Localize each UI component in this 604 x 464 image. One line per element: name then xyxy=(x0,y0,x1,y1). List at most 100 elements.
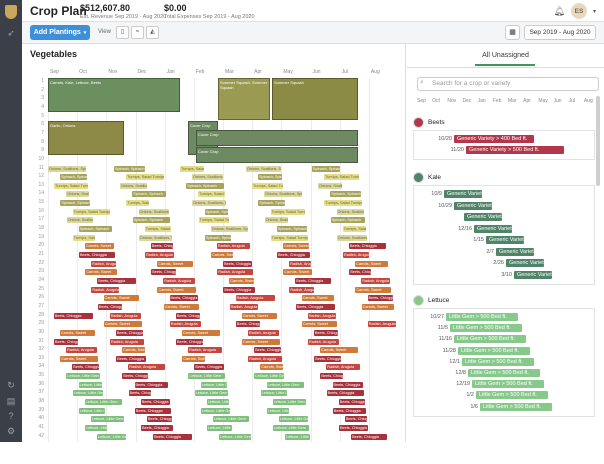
planting-block[interactable]: Summer Squash xyxy=(272,78,358,121)
planting-bar[interactable]: Carrots, Sweet xyxy=(229,277,255,284)
unassigned-planting-bar[interactable]: Little Gem > 500 Bed ft. xyxy=(476,391,548,400)
unassigned-planting-bar[interactable]: Generic Variety > 400 Bed ft. xyxy=(454,135,534,143)
planting-bar[interactable]: Spinach, Spinach xyxy=(132,217,170,224)
planting-bar[interactable]: Lettuce, Little Gem xyxy=(206,399,229,406)
planting-bar[interactable]: Spinach, Spinach xyxy=(60,174,88,181)
planting-bar[interactable]: Lettuce, Little Gem xyxy=(84,399,122,406)
planting-bar[interactable]: Lettuce, Little Gem xyxy=(273,425,309,431)
planting-bar[interactable]: Beets, Chioggia xyxy=(344,416,367,423)
planting-bar[interactable]: Turnips, Salad Turnips xyxy=(198,217,229,224)
planting-bar[interactable]: Beets, Chioggia xyxy=(54,338,78,345)
planting-bar[interactable]: Carrots, Sweet xyxy=(242,338,280,345)
planting-bar[interactable]: Turnips, Salad Turnips xyxy=(126,174,165,181)
planting-bar[interactable]: Radish, Arugula xyxy=(66,347,98,354)
planting-bar[interactable]: Beets, Chioggia xyxy=(146,416,172,423)
planting-bar[interactable]: Onions, Scallions, Spinach xyxy=(264,191,303,198)
unassigned-planting-bar[interactable]: Little Gem > 500 Bed ft. xyxy=(454,335,526,344)
planting-bar[interactable]: Beets, Chioggia xyxy=(79,252,115,258)
planting-bar[interactable]: Carrots, Sweet xyxy=(157,260,194,267)
planting-bar[interactable]: Beets, Chioggia xyxy=(367,295,393,302)
planting-bar[interactable]: Onions, Scallions, Spinach xyxy=(264,217,288,224)
planting-bar[interactable]: Beets, Chioggia xyxy=(176,338,203,345)
planting-bar[interactable]: Beets, Chioggia xyxy=(332,381,363,388)
planting-bar[interactable]: Beets, Chioggia xyxy=(72,364,100,371)
planting-bar[interactable]: Radish, Arugula xyxy=(91,260,117,267)
bell-icon[interactable]: 🔔︎ xyxy=(554,6,565,17)
unassigned-planting-bar[interactable]: Little Gem > 500 Bed ft. xyxy=(450,324,522,333)
planting-bar[interactable]: Lettuce, Little Gem xyxy=(194,390,228,397)
planting-bar[interactable]: Lettuce, Little Gem xyxy=(266,381,304,388)
planting-bar[interactable]: Beets, Chioggia xyxy=(326,390,364,397)
planting-bar[interactable]: Radish, Arugula xyxy=(289,260,312,267)
planting-bar[interactable]: Carrots, Sweet xyxy=(260,364,284,371)
planting-bar[interactable]: Radish, Arugula xyxy=(326,364,361,371)
planting-bar[interactable]: Radish, Arugula xyxy=(307,312,336,319)
planting-bar[interactable]: Radish, Arugula xyxy=(247,329,279,336)
planting-bar[interactable]: Lettuce, Little Gem xyxy=(200,407,230,414)
planting-bar[interactable]: Carrots, Sweet xyxy=(361,303,394,310)
planting-bar[interactable]: Lettuce, Little Gem xyxy=(278,416,308,423)
planting-bar[interactable]: Onions, Scallions, Spinach xyxy=(48,165,86,172)
planting-bar[interactable]: Beets, Chioggia xyxy=(223,286,256,293)
planting-bar[interactable]: Turnips, Salad Turnips xyxy=(270,234,308,241)
planting-bar[interactable]: Carrots, Sweet xyxy=(320,347,359,354)
planting-bar[interactable]: Beets, Chioggia xyxy=(338,399,365,406)
planting-bar[interactable]: Onions, Scallions, Spinach xyxy=(192,200,227,207)
unassigned-planting-bar[interactable]: Little Gem > 500 Bed ft. xyxy=(458,346,530,355)
unassigned-planting-bar[interactable]: Generic Variety xyxy=(454,201,492,210)
planting-bar[interactable]: Lettuce, Little Gem xyxy=(188,373,226,380)
unassigned-planting-bar[interactable]: Generic Variety xyxy=(506,259,544,267)
planting-bar[interactable]: Beets, Chioggia xyxy=(295,277,332,284)
unassigned-planting-bar[interactable]: Generic Variety > 500 Bed ft. xyxy=(466,146,564,154)
unassigned-planting-bar[interactable]: Generic Variety xyxy=(514,270,552,279)
planting-bar[interactable]: Carrots, Sweet xyxy=(103,295,139,302)
planting-bar[interactable]: Beets, Chioggia xyxy=(314,355,342,362)
planting-bar[interactable]: Carrots, Sweet xyxy=(355,286,392,293)
map-view-icon[interactable]: ◭ xyxy=(146,26,159,39)
list-view-icon[interactable]: ▯ xyxy=(116,26,129,39)
planting-bar[interactable]: Beets, Chioggia xyxy=(223,260,253,267)
planting-bar[interactable]: Turnips, Salad Turnips xyxy=(324,174,360,181)
planting-bar[interactable]: Radish, Arugula xyxy=(343,252,369,258)
refresh-icon[interactable]: ↻ xyxy=(6,380,16,390)
calendar-icon[interactable]: ▦ xyxy=(505,25,520,40)
planting-bar[interactable]: Beets, Chioggia xyxy=(150,243,173,250)
unassigned-planting-bar[interactable]: Little Gem > 500 Bed ft. xyxy=(462,357,534,366)
planting-bar[interactable]: Spinach, Spinach xyxy=(204,208,228,215)
planting-bar[interactable]: Beets, Chioggia xyxy=(153,433,193,440)
planting-bar[interactable]: Onions, Scallions, Spinach xyxy=(336,234,367,241)
planting-bar[interactable]: Spinach, Spinach xyxy=(330,217,365,224)
planting-bar[interactable]: Beets, Chioggia xyxy=(348,243,386,250)
planting-bar[interactable]: Beets, Chioggia xyxy=(351,433,388,440)
planting-bar[interactable]: Carrots, Sweet xyxy=(122,347,146,354)
planting-block[interactable]: Cover Crop xyxy=(196,129,358,147)
planting-bar[interactable]: Carrots, Sweet xyxy=(241,312,277,319)
unassigned-planting-bar[interactable]: Little Gem > 500 Bed ft. xyxy=(468,369,540,377)
planting-bar[interactable]: Onions, Scallions, Spinach xyxy=(120,182,148,189)
unassigned-planting-bar[interactable]: Generic Variety xyxy=(464,213,502,221)
planting-bar[interactable]: Radish, Arugula xyxy=(188,347,223,354)
planting-bar[interactable]: Radish, Arugula xyxy=(235,295,275,302)
crop-header[interactable]: Kale xyxy=(413,171,441,183)
planting-bar[interactable]: Carrots, Sweet xyxy=(103,321,142,328)
planting-bar[interactable]: Turnips, Salad Turnips xyxy=(342,226,366,233)
planting-bar[interactable]: Lettuce, Little Gem xyxy=(266,407,289,414)
planting-bar[interactable]: Radish, Arugula xyxy=(367,321,396,328)
planting-bar[interactable]: Beets, Chioggia xyxy=(141,425,173,431)
planting-bar[interactable]: Beets, Chioggia xyxy=(140,399,170,406)
planting-bar[interactable]: Lettuce, Little Gem xyxy=(212,416,249,423)
planting-bar[interactable]: Onions, Scallions, Spinach xyxy=(66,217,93,224)
planting-bar[interactable]: Radish, Arugula xyxy=(145,252,174,258)
planting-bar[interactable]: Lettuce, Little Gem xyxy=(78,381,102,388)
planting-bar[interactable]: Beets, Chioggia xyxy=(332,407,366,414)
planting-bar[interactable]: Lettuce, Little Gem xyxy=(285,433,311,440)
planting-bar[interactable]: Carrots, Sweet xyxy=(163,303,199,310)
planting-block[interactable]: Garlic, Onions xyxy=(48,121,124,155)
add-plantings-button[interactable]: Add Plantings ▾ xyxy=(30,25,90,40)
planting-bar[interactable]: Onions, Scallions, Spinach xyxy=(138,208,169,215)
chevron-down-icon[interactable]: ▾ xyxy=(593,8,596,15)
planting-bar[interactable]: Carrots, Sweet xyxy=(181,329,220,336)
planting-bar[interactable]: Spinach, Spinach xyxy=(132,191,167,198)
planting-bar[interactable]: Turnips, Salad Turnips xyxy=(180,165,204,172)
planting-bar[interactable]: Radish, Arugula xyxy=(229,303,258,310)
